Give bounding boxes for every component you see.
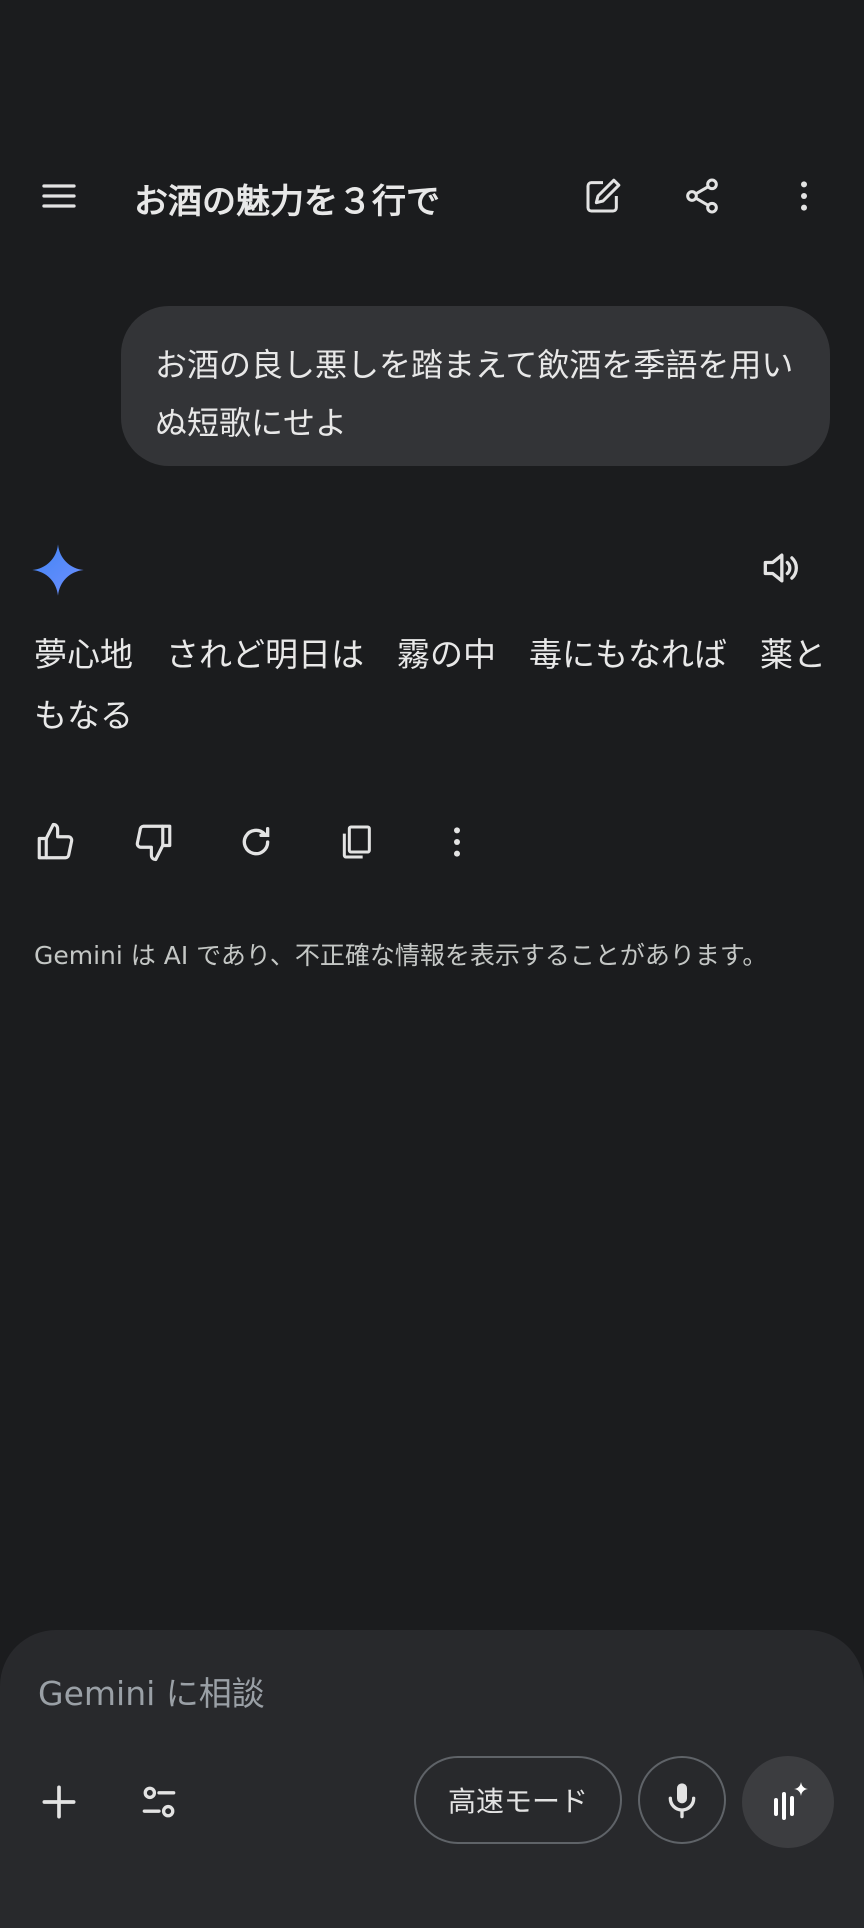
composer-panel: 高速モード (0, 1630, 864, 1928)
chat-title: お酒の魅力を３行で (134, 182, 440, 222)
mode-selector-button[interactable]: 高速モード (414, 1756, 622, 1844)
share-icon (686, 178, 718, 214)
gemini-sparkle-icon (30, 542, 86, 598)
thumbs-down-icon (135, 824, 172, 862)
add-attachment-button[interactable] (27, 1770, 91, 1834)
good-response-button[interactable] (23, 810, 87, 874)
edit-icon (586, 178, 621, 213)
menu-icon (42, 184, 76, 208)
thumbs-up-icon (37, 822, 74, 860)
copy-icon (342, 825, 371, 859)
speaker-icon (763, 553, 798, 583)
top-app-bar: お酒の魅力を３行で (0, 150, 864, 242)
more-vert-icon (801, 181, 807, 211)
prompt-input[interactable] (38, 1674, 818, 1713)
more-vert-icon (454, 827, 460, 857)
voice-input-button[interactable] (638, 1756, 726, 1844)
user-message-bubble: お酒の良し悪しを踏まえて飲酒を季語を用いぬ短歌にせよ (121, 306, 830, 466)
bad-response-button[interactable] (122, 810, 186, 874)
model-response-text: 夢心地 されど明日は 霧の中 毒にもなれば 薬ともなる (34, 635, 826, 735)
regenerate-icon (242, 827, 270, 856)
tools-icon (142, 1786, 176, 1818)
menu-button[interactable] (27, 164, 91, 228)
copy-button[interactable] (324, 810, 388, 874)
read-aloud-button[interactable] (748, 536, 812, 600)
live-icon (774, 1782, 808, 1820)
live-mode-button[interactable] (742, 1756, 834, 1848)
plus-icon (42, 1785, 76, 1819)
more-options-button[interactable] (772, 164, 836, 228)
mic-icon (668, 1783, 696, 1819)
mode-label: 高速モード (447, 1785, 588, 1818)
tools-button[interactable] (127, 1770, 191, 1834)
response-actions (0, 808, 864, 878)
share-button[interactable] (670, 164, 734, 228)
new-chat-button[interactable] (571, 164, 635, 228)
response-more-button[interactable] (425, 810, 489, 874)
disclaimer-text: Gemini は AI であり、不正確な情報を表示することがあります。 (34, 941, 768, 970)
regenerate-button[interactable] (224, 810, 288, 874)
